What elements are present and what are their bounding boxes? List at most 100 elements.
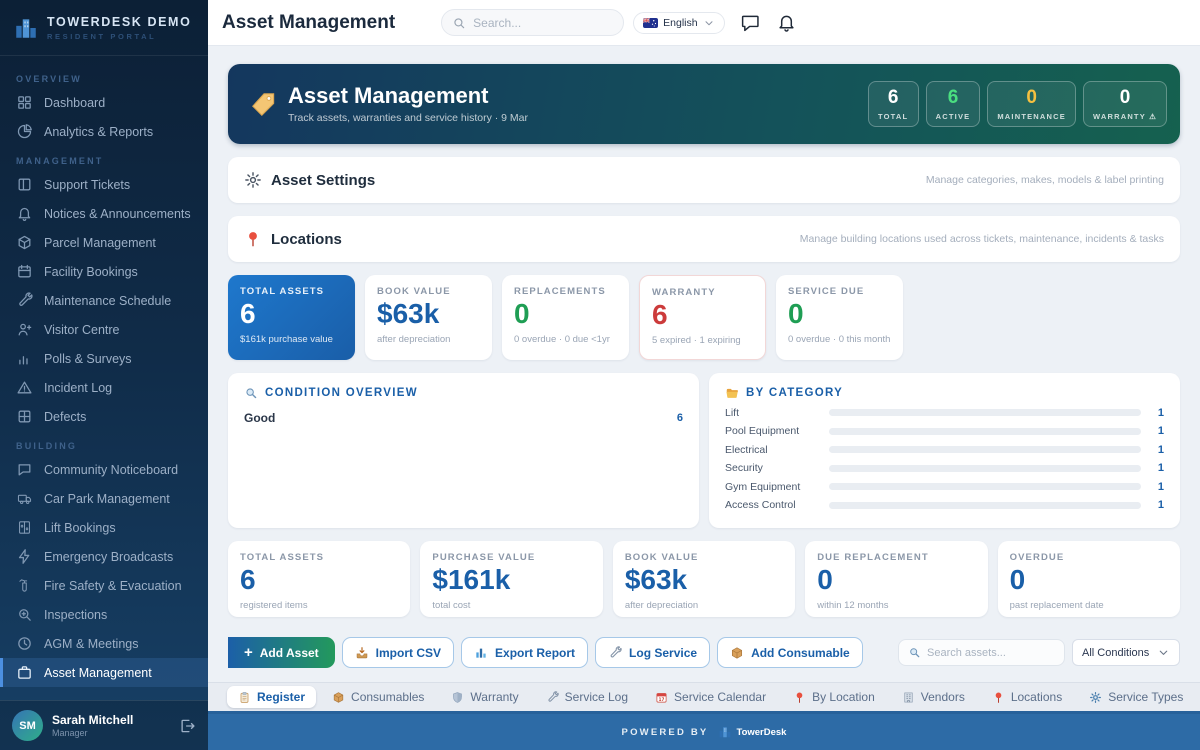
- sidebar-item-notices-announcements[interactable]: Notices & Announcements: [0, 199, 208, 228]
- package-icon: [730, 646, 744, 660]
- by-category-card: BY CATEGORY Lift1Pool Equipment1Electric…: [709, 373, 1180, 528]
- condition-overview-title: CONDITION OVERVIEW: [265, 387, 418, 399]
- bell-icon: [16, 205, 33, 222]
- kpi-service-due: SERVICE DUE00 overdue · 0 this month: [776, 275, 903, 360]
- wrench-icon: [16, 292, 33, 309]
- sidebar-item-car-park-management[interactable]: Car Park Management: [0, 484, 208, 513]
- sidebar-item-asset-management[interactable]: Asset Management: [0, 658, 208, 687]
- page-title: Asset Management: [222, 12, 395, 34]
- import-csv-button[interactable]: Import CSV: [342, 637, 454, 668]
- chartbars-icon: [474, 646, 488, 660]
- tab-consumables[interactable]: Consumables: [321, 686, 435, 708]
- tab-locations[interactable]: Locations: [981, 686, 1073, 708]
- zap-icon: [16, 548, 33, 565]
- sidebar-item-agm-meetings[interactable]: AGM & Meetings: [0, 629, 208, 658]
- sidebar: TOWERDESK DEMO RESIDENT PORTAL OVERVIEWD…: [0, 0, 208, 750]
- tab-service-calendar[interactable]: 17Service Calendar: [644, 686, 777, 708]
- kpi-row-top: TOTAL ASSETS6$161k purchase valueBOOK VA…: [228, 275, 1180, 360]
- notifications-icon[interactable]: [776, 12, 797, 33]
- searchplus-icon: [16, 606, 33, 623]
- chevron-down-icon: [1157, 646, 1170, 659]
- chevron-down-icon: [703, 17, 715, 29]
- add-consumable-button[interactable]: Add Consumable: [717, 637, 863, 668]
- content: Asset Management Track assets, warrantie…: [208, 46, 1200, 682]
- nav-section-overview: OVERVIEW: [0, 64, 208, 88]
- kpi-row-bottom: TOTAL ASSETS6registered itemsPURCHASE VA…: [228, 541, 1180, 617]
- global-search-input[interactable]: [473, 16, 613, 30]
- lift-icon: [16, 519, 33, 536]
- search-assets-icon: [908, 646, 921, 659]
- hero-title: Asset Management: [288, 84, 528, 108]
- hero-stat-total: 6TOTAL: [868, 81, 919, 127]
- sidebar-item-parcel-management[interactable]: Parcel Management: [0, 228, 208, 257]
- pin-icon: [793, 691, 806, 704]
- chart-row-security: Security1: [725, 462, 1164, 474]
- locations-card[interactable]: Locations Manage building locations used…: [228, 216, 1180, 262]
- sidebar-item-lift-bookings[interactable]: Lift Bookings: [0, 513, 208, 542]
- global-search[interactable]: [441, 9, 624, 36]
- sidebar-item-support-tickets[interactable]: Support Tickets: [0, 170, 208, 199]
- sidebar-item-analytics-reports[interactable]: Analytics & Reports: [0, 117, 208, 146]
- export-report-button[interactable]: Export Report: [461, 637, 588, 668]
- building-icon: [902, 691, 915, 704]
- kpi-due-replacement: DUE REPLACEMENT0within 12 months: [805, 541, 987, 617]
- gear-icon: [244, 171, 262, 189]
- asset-search[interactable]: [898, 639, 1065, 666]
- asset-management-hero: Asset Management Track assets, warrantie…: [228, 64, 1180, 144]
- messages-icon[interactable]: [740, 12, 761, 33]
- chart-row-pool-equipment: Pool Equipment1: [725, 425, 1164, 437]
- userplus-icon: [16, 321, 33, 338]
- tab-by-location[interactable]: By Location: [782, 686, 886, 708]
- sidebar-item-defects[interactable]: Defects: [0, 402, 208, 431]
- asset-settings-card[interactable]: Asset Settings Manage categories, makes,…: [228, 157, 1180, 203]
- tag-icon: [250, 91, 277, 118]
- package-icon: [332, 691, 345, 704]
- calendar-icon: [16, 263, 33, 280]
- sidebar-item-community-noticeboard[interactable]: Community Noticeboard: [0, 455, 208, 484]
- wrench2-icon: [608, 646, 622, 660]
- australia-flag-icon: [643, 18, 658, 28]
- tab-service-log[interactable]: Service Log: [535, 686, 639, 708]
- kpi-purchase-value: PURCHASE VALUE$161ktotal cost: [420, 541, 602, 617]
- locations-hint: Manage building locations used across ti…: [800, 233, 1164, 245]
- magnifier-icon: [244, 386, 258, 400]
- hero-stat-maintenance: 0MAINTENANCE: [987, 81, 1076, 127]
- sidebar-item-dashboard[interactable]: Dashboard: [0, 88, 208, 117]
- sidebar-item-emergency-broadcasts[interactable]: Emergency Broadcasts: [0, 542, 208, 571]
- powered-by-label: POWERED BY: [622, 727, 709, 738]
- brand: TOWERDESK DEMO RESIDENT PORTAL: [0, 0, 208, 56]
- sidebar-item-polls-surveys[interactable]: Polls & Surveys: [0, 344, 208, 373]
- truck-icon: [16, 490, 33, 507]
- tab-warranty[interactable]: Warranty: [440, 686, 529, 708]
- tab-service-types[interactable]: Service Types: [1078, 686, 1194, 708]
- sidebar-item-visitor-centre[interactable]: Visitor Centre: [0, 315, 208, 344]
- language-label: English: [663, 17, 697, 29]
- user-panel: SM Sarah Mitchell Manager: [0, 700, 208, 750]
- condition-filter[interactable]: All Conditions: [1072, 639, 1180, 666]
- logout-icon[interactable]: [178, 717, 196, 735]
- add-asset-button[interactable]: + Add Asset: [228, 637, 335, 668]
- sidebar-item-fire-safety-evacuation[interactable]: Fire Safety & Evacuation: [0, 571, 208, 600]
- search-icon: [452, 16, 466, 30]
- clock-icon: [16, 635, 33, 652]
- sidebar-item-maintenance-schedule[interactable]: Maintenance Schedule: [0, 286, 208, 315]
- asset-search-input[interactable]: [927, 647, 1055, 659]
- sidebar-item-facility-bookings[interactable]: Facility Bookings: [0, 257, 208, 286]
- tab-bar: RegisterConsumablesWarrantyService Log17…: [208, 682, 1200, 711]
- folder-icon: [725, 386, 739, 400]
- cal17-icon: 17: [655, 691, 668, 704]
- log-service-button[interactable]: Log Service: [595, 637, 710, 668]
- kpi-book-value: BOOK VALUE$63kafter depreciation: [365, 275, 492, 360]
- tab-register[interactable]: Register: [227, 686, 316, 708]
- svg-text:17: 17: [659, 696, 665, 701]
- sidebar-item-inspections[interactable]: Inspections: [0, 600, 208, 629]
- condition-overview-card: CONDITION OVERVIEW Good6: [228, 373, 699, 528]
- clipboard-icon: [238, 691, 251, 704]
- chart-row-gym-equipment: Gym Equipment1: [725, 481, 1164, 493]
- plus-icon: +: [244, 645, 253, 660]
- language-selector[interactable]: English: [633, 12, 724, 34]
- tab-vendors[interactable]: Vendors: [891, 686, 976, 708]
- sidebar-item-incident-log[interactable]: Incident Log: [0, 373, 208, 402]
- pie-icon: [16, 123, 33, 140]
- chart-row-access-control: Access Control1: [725, 499, 1164, 511]
